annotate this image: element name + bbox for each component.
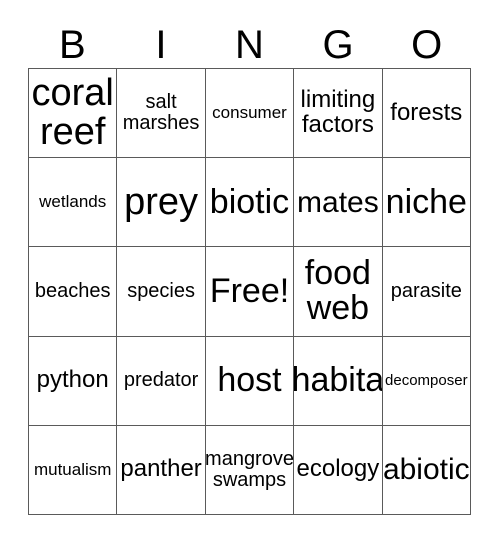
bingo-header-letter-b: B — [58, 23, 86, 67]
bingo-cell-r4c2[interactable]: predator — [117, 336, 206, 426]
bingo-cell-label: abiotic — [382, 453, 470, 487]
bingo-cell-r2c1[interactable]: wetlands — [29, 158, 118, 248]
bingo-cell-label: niche — [385, 182, 467, 221]
bingo-free-space-label: Free! — [209, 271, 290, 310]
bingo-cell-label: food web — [304, 254, 371, 328]
bingo-cell-r3c2[interactable]: species — [117, 247, 206, 337]
bingo-grid: coral reef salt marshes consumer limitin… — [28, 68, 471, 515]
bingo-cell-free-space[interactable]: Free! — [205, 247, 295, 337]
bingo-cell-r5c2[interactable]: panther — [117, 425, 206, 515]
bingo-cell-label: species — [127, 280, 195, 303]
bingo-cell-label: habita — [294, 361, 383, 400]
bingo-cell-r5c4[interactable]: ecology — [294, 425, 383, 515]
bingo-cell-label: coral reef — [31, 71, 114, 154]
bingo-cell-r3c4[interactable]: food web — [294, 247, 383, 337]
bingo-cell-r4c1[interactable]: python — [29, 336, 118, 426]
bingo-cell-r1c2[interactable]: salt marshes — [117, 69, 206, 159]
bingo-cell-label: mates — [297, 185, 379, 219]
bingo-cell-label: limiting factors — [300, 86, 376, 139]
bingo-cell-r1c3[interactable]: consumer — [205, 69, 295, 159]
bingo-cell-label: mutualism — [33, 460, 112, 480]
bingo-cell-label: predator — [123, 369, 199, 392]
bingo-cell-r1c1[interactable]: coral reef — [29, 69, 118, 159]
bingo-header-letter-i: I — [155, 23, 167, 67]
bingo-cell-label: parasite — [390, 280, 462, 303]
bingo-cell-r5c1[interactable]: mutualism — [29, 425, 118, 515]
bingo-cell-r5c5[interactable]: abiotic — [382, 425, 471, 515]
bingo-cell-label: salt marshes — [122, 91, 200, 135]
bingo-cell-r1c5[interactable]: forests — [382, 69, 471, 159]
bingo-header-letter-g: G — [322, 23, 354, 67]
bingo-cell-r2c4[interactable]: mates — [294, 158, 383, 248]
bingo-cell-r4c5[interactable]: decomposer — [382, 336, 471, 426]
bingo-cell-label: panther — [120, 455, 202, 483]
bingo-cell-r2c2[interactable]: prey — [117, 158, 206, 248]
bingo-card: B I N G O coral reef salt marshes consum… — [0, 0, 500, 544]
bingo-header-letter-o: O — [411, 23, 443, 67]
bingo-cell-r1c4[interactable]: limiting factors — [294, 69, 383, 159]
bingo-cell-label: consumer — [212, 103, 287, 123]
bingo-cell-label: wetlands — [39, 192, 107, 212]
bingo-cell-label: decomposer — [385, 371, 468, 389]
bingo-cell-label: biotic — [209, 182, 290, 221]
bingo-cell-r5c3[interactable]: mangrove swamps — [205, 425, 295, 515]
bingo-cell-r3c1[interactable]: beaches — [29, 247, 118, 337]
bingo-header-letter-n: N — [235, 23, 264, 67]
bingo-cell-label: beaches — [34, 280, 111, 303]
bingo-cell-r3c5[interactable]: parasite — [382, 247, 471, 337]
bingo-cell-r2c5[interactable]: niche — [382, 158, 471, 248]
bingo-cell-r4c3[interactable]: host — [205, 336, 295, 426]
bingo-cell-label: forests — [390, 98, 463, 126]
bingo-cell-label: prey — [124, 180, 199, 223]
bingo-cell-label: mangrove swamps — [205, 448, 294, 491]
bingo-cell-label: python — [36, 366, 109, 394]
bingo-cell-r4c4[interactable]: habita — [294, 336, 383, 426]
bingo-header-row: B I N G O — [28, 22, 471, 68]
bingo-cell-label: host — [217, 361, 282, 400]
bingo-cell-r2c3[interactable]: biotic — [205, 158, 295, 248]
bingo-cell-label: ecology — [296, 455, 380, 483]
